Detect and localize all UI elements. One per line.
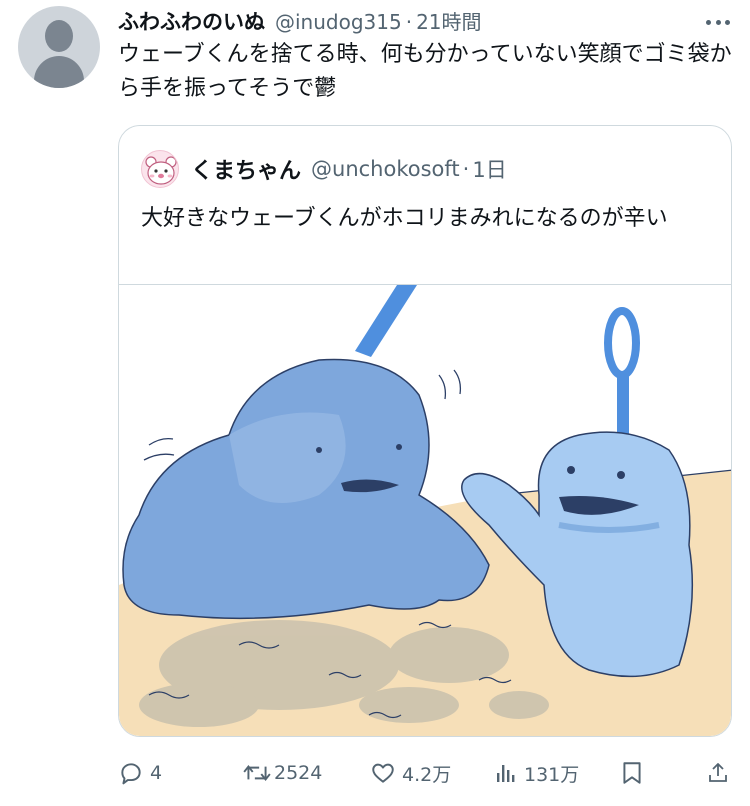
bookmark-button[interactable] (620, 757, 644, 789)
avatar[interactable] (18, 6, 100, 88)
left-eye (316, 447, 322, 453)
reply-icon (121, 763, 141, 785)
display-name[interactable]: ふわふわのいぬ (118, 6, 265, 36)
retweet-icon (243, 765, 271, 781)
quoted-tweet[interactable]: くまちゃん @unchokosoft · 1日 大好きなウェーブくんがホコリまみ… (118, 125, 732, 737)
right-eye (396, 444, 402, 450)
timestamp[interactable]: 21時間 (416, 6, 481, 35)
quote-display-name: くまちゃん (191, 159, 302, 184)
reply-button[interactable]: 4 (118, 757, 162, 789)
retweet-count: 2524 (274, 762, 323, 784)
avatar-head-shape (45, 20, 73, 52)
views-icon (497, 765, 515, 782)
happy-left-eye (567, 466, 575, 474)
quote-illustration[interactable] (119, 284, 731, 736)
quote-header: くまちゃん @unchokosoft · 1日 (141, 150, 507, 188)
quote-avatar (141, 150, 179, 188)
quote-text: 大好きなウェーブくんがホコリまみれになるのが辛い (141, 206, 668, 231)
quote-timestamp: 1日 (472, 158, 507, 182)
like-icon (372, 763, 394, 783)
separator-dot: · (405, 10, 413, 34)
views-button[interactable]: 131万 (494, 757, 579, 789)
share-icon (709, 763, 727, 782)
quote-user-handle: @unchokosoft (311, 157, 460, 181)
more-dot (725, 19, 730, 25)
quote-separator-dot: · (462, 157, 470, 181)
like-count: 4.2万 (402, 763, 452, 786)
user-handle[interactable]: @inudog315 (275, 10, 402, 34)
more-dot (706, 19, 711, 25)
bear-face-icon (145, 156, 177, 185)
share-button[interactable] (706, 757, 730, 789)
avatar-body-shape (34, 56, 84, 88)
action-bar: 4 2524 4.2万 131万 (118, 757, 732, 789)
view-count: 131万 (524, 763, 580, 786)
more-dot (715, 19, 721, 25)
more-icon[interactable] (706, 10, 730, 34)
retweet-button[interactable]: 2524 (242, 757, 322, 789)
right-mop-handle-loop (604, 307, 640, 379)
reply-count: 4 (150, 762, 163, 784)
bookmark-icon (623, 762, 641, 784)
tweet-text: ウェーブくんを捨てる時、何も分かっていない笑顔でゴミ袋から手を振ってそうで鬱 (118, 42, 732, 101)
like-button[interactable]: 4.2万 (370, 757, 451, 789)
happy-right-eye (617, 471, 625, 479)
tweet-header: ふわふわのいぬ @inudog315 · 21時間 (118, 6, 482, 34)
wave-mop-illustration (119, 285, 731, 736)
left-mop-handle (355, 285, 417, 357)
